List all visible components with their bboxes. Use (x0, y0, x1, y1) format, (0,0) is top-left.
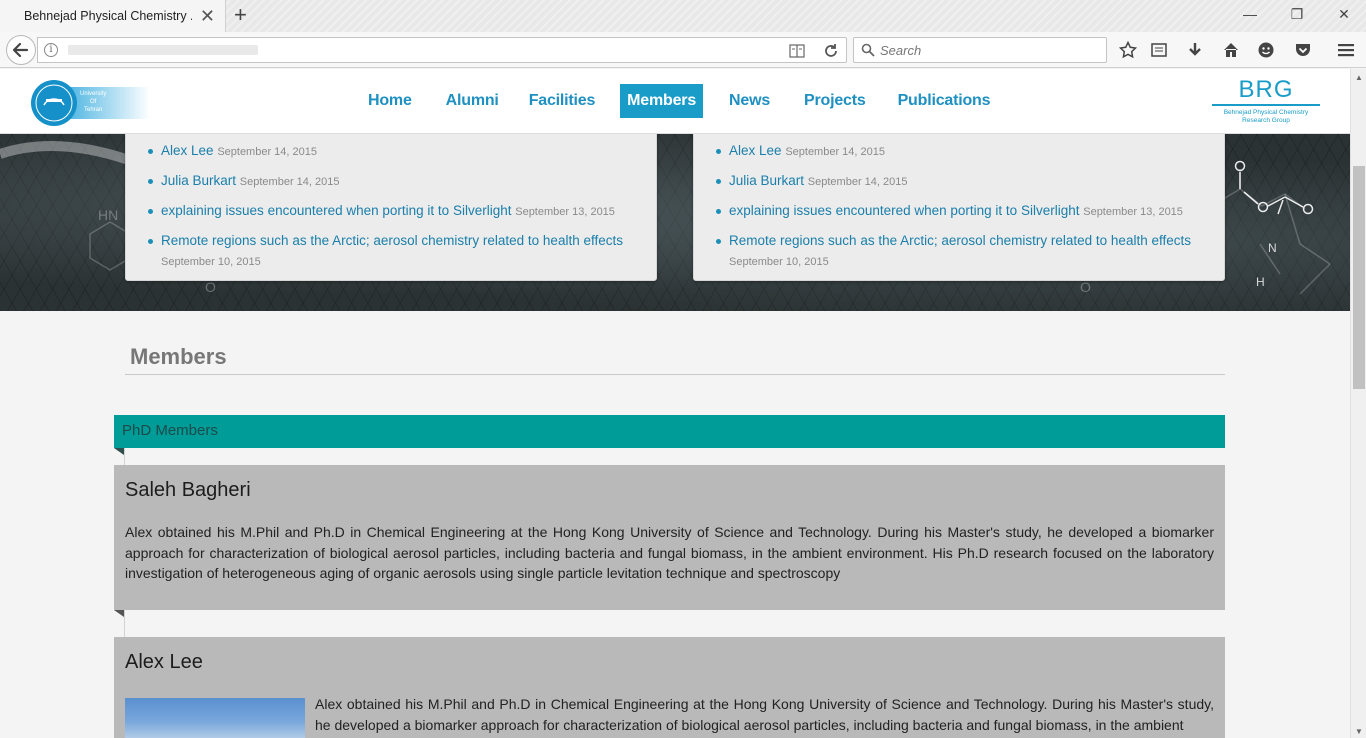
new-tab-icon[interactable]: + (234, 4, 247, 26)
svg-text:H: H (1256, 275, 1265, 289)
member-card: Alex Lee Alex obtained his M.Phil and Ph… (114, 637, 1225, 738)
news-list: Alex Lee September 14, 2015 Julia Burkar… (148, 141, 643, 281)
logo-text-university: University (80, 91, 106, 97)
url-bar[interactable]: i (37, 37, 847, 63)
member-name: Alex Lee (125, 651, 203, 673)
nav-publications[interactable]: Publications (890, 84, 999, 118)
nav-facilities[interactable]: Facilities (521, 84, 603, 118)
browser-toolbar: i Search (0, 32, 1366, 68)
section-divider (125, 374, 1225, 375)
brg-divider (1212, 104, 1320, 106)
brg-logo[interactable]: BRG Behnejad Physical Chemistry Research… (1212, 77, 1320, 125)
scrollbar-thumb[interactable] (1353, 166, 1365, 389)
bookmark-star-icon[interactable] (1119, 41, 1137, 59)
search-placeholder: Search (880, 43, 922, 58)
phd-members-header: PhD Members (114, 415, 1225, 448)
logo-text-of: Of (90, 99, 97, 105)
news-link[interactable]: Remote regions such as the Arctic; aeros… (161, 233, 623, 248)
member-bio: Alex obtained his M.Phil and Ph.D in Che… (315, 696, 1214, 733)
list-item: explaining issues encountered when porti… (716, 201, 1211, 222)
browser-tab-bar: Behnejad Physical Chemistry ... ✕ + — ❐ … (0, 0, 1366, 32)
nav-home[interactable]: Home (360, 84, 420, 118)
list-item: Remote regions such as the Arctic; aeros… (716, 231, 1211, 272)
news-card-right: Alex Lee September 14, 2015 Julia Burkar… (693, 134, 1225, 281)
restore-icon[interactable]: ❐ (1287, 6, 1307, 23)
page-scrollbar[interactable]: ▲ ▼ (1350, 69, 1366, 738)
menu-hamburger-icon[interactable] (1337, 41, 1355, 59)
reload-icon[interactable] (823, 43, 839, 59)
news-list: Alex Lee September 14, 2015 Julia Burkar… (716, 141, 1211, 281)
news-date: September 13, 2015 (515, 206, 615, 218)
browser-tab[interactable]: Behnejad Physical Chemistry ... ✕ (0, 0, 226, 32)
hero-banner: HNO OH NH Alex Lee September 14, 2015 Ju… (0, 134, 1350, 311)
nav-members[interactable]: Members (620, 84, 704, 118)
news-date: September 14, 2015 (807, 176, 908, 188)
site-header: University Of Tehran Home Alumni Facilit… (0, 69, 1350, 134)
brg-title: BRG (1238, 76, 1294, 103)
news-date: September 13, 2015 (1083, 206, 1183, 218)
list-item: Julia Burkart September 14, 2015 (148, 171, 643, 192)
news-link[interactable]: Alex Lee (161, 143, 214, 158)
back-arrow-icon (12, 42, 29, 58)
tab-close-icon[interactable]: ✕ (200, 7, 215, 25)
logo-text-tehran: Tehran (84, 107, 102, 113)
bookmarks-list-icon[interactable] (1150, 41, 1168, 59)
ribbon-fold (114, 448, 124, 455)
news-link[interactable]: Julia Burkart (729, 173, 804, 188)
tab-title: Behnejad Physical Chemistry ... (24, 9, 192, 23)
member-card: Saleh Bagheri Alex obtained his M.Phil a… (114, 465, 1225, 610)
member-name: Saleh Bagheri (125, 479, 251, 501)
site-info-icon[interactable]: i (44, 43, 58, 57)
nav-projects[interactable]: Projects (796, 84, 874, 118)
search-icon (861, 43, 875, 57)
member-bio: Alex obtained his M.Phil and Ph.D in Che… (125, 524, 1214, 581)
news-link[interactable]: Julia Burkart (161, 173, 236, 188)
news-date: September 14, 2015 (785, 146, 885, 158)
ribbon-fold (114, 610, 124, 617)
timeline-line (124, 448, 125, 465)
main-navigation: Home Alumni Facilities Members News Proj… (360, 84, 1012, 118)
reader-view-icon[interactable] (789, 44, 805, 58)
list-item: Alex Lee September 14, 2015 (716, 141, 1211, 162)
news-card-left: Alex Lee September 14, 2015 Julia Burkar… (125, 134, 657, 281)
smiley-icon[interactable] (1257, 41, 1275, 59)
list-item: Julia Burkart September 14, 2015 (716, 171, 1211, 192)
news-date: September 14, 2015 (217, 146, 317, 158)
news-date: September 10, 2015 (729, 256, 829, 268)
url-text (68, 45, 258, 55)
back-button[interactable] (6, 35, 36, 65)
svg-text:O: O (205, 279, 216, 295)
nav-alumni[interactable]: Alumni (438, 84, 507, 118)
window-close-icon[interactable]: ✕ (1334, 6, 1354, 23)
home-icon[interactable] (1222, 41, 1240, 59)
brg-subtitle-line1: Behnejad Physical Chemistry (1223, 109, 1309, 116)
news-link[interactable]: explaining issues encountered when porti… (161, 203, 511, 218)
scroll-down-icon[interactable]: ▼ (1355, 727, 1363, 736)
pocket-icon[interactable] (1294, 41, 1312, 59)
list-item: explaining issues encountered when porti… (148, 201, 643, 222)
minimize-icon[interactable]: — (1240, 6, 1260, 22)
phd-members-label: PhD Members (122, 422, 218, 439)
brg-subtitle-line2: Research Group (1242, 117, 1290, 124)
news-date: September 10, 2015 (161, 256, 261, 268)
news-link[interactable]: Remote regions such as the Arctic; aeros… (729, 233, 1191, 248)
news-link[interactable]: Alex Lee (729, 143, 782, 158)
downloads-icon[interactable] (1186, 41, 1204, 59)
list-item: Alex Lee September 14, 2015 (148, 141, 643, 162)
scroll-up-icon[interactable]: ▲ (1355, 73, 1363, 82)
search-bar[interactable]: Search (853, 37, 1107, 63)
news-link[interactable]: explaining issues encountered when porti… (729, 203, 1079, 218)
nav-news[interactable]: News (721, 84, 778, 118)
member-photo (125, 698, 305, 738)
timeline-line (124, 610, 125, 637)
section-title: Members (130, 344, 227, 369)
svg-text:HN: HN (98, 207, 118, 223)
list-item: Remote regions such as the Arctic; aeros… (148, 231, 643, 272)
news-date: September 14, 2015 (239, 176, 340, 188)
university-of-tehran-logo[interactable]: University Of Tehran (30, 79, 150, 127)
svg-text:N: N (1268, 241, 1277, 255)
svg-text:O: O (1080, 279, 1091, 295)
